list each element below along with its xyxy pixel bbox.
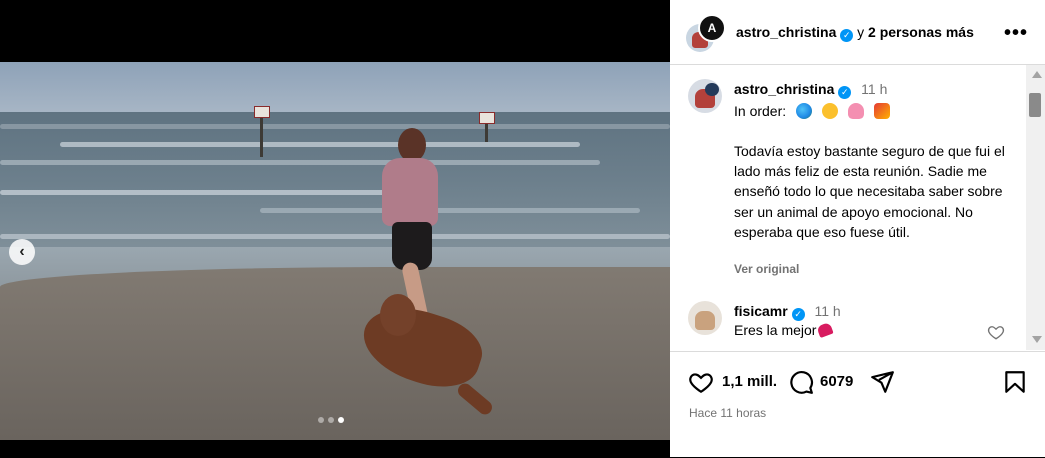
carousel-dot-active [338, 417, 344, 423]
comment-body: Eres la mejor [734, 322, 817, 338]
more-options-button[interactable]: ••• [1004, 22, 1028, 45]
rocket-emoji-icon [873, 103, 890, 119]
hugging-face-emoji-icon [821, 103, 838, 119]
carousel-dot [328, 417, 334, 423]
scroll-up-arrow-icon[interactable] [1032, 71, 1042, 78]
carousel-dot [318, 417, 324, 423]
author-username[interactable]: astro_christina [736, 24, 836, 40]
photo-person-head [398, 128, 426, 162]
share-icon[interactable] [869, 369, 895, 395]
verified-icon: ✓ [838, 86, 852, 99]
likes-count[interactable]: 1,1 mill. [722, 373, 777, 390]
globe-emoji-icon [796, 103, 813, 119]
caption-author: astro_christina ✓ 11 h [734, 81, 887, 99]
scroll-thumb[interactable] [1029, 93, 1041, 117]
post-photo[interactable] [0, 62, 670, 440]
logo-icon: A [707, 21, 717, 35]
more-icon: ••• [1004, 22, 1029, 44]
post-time[interactable]: Hace 11 horas [689, 406, 766, 420]
photo-sky [0, 62, 670, 117]
photo-person [382, 158, 438, 226]
comment-text: Eres la mejor [734, 321, 835, 339]
caption-author-avatar[interactable] [688, 79, 722, 113]
comments-scrollbar[interactable] [1026, 65, 1045, 350]
heart-arrow-emoji-icon [816, 321, 835, 339]
comment-author: fisicamr ✓ 11 h [734, 303, 841, 321]
post-header: A astro_christina ✓ y 2 personas más ••• [670, 0, 1045, 65]
like-heart-icon[interactable] [688, 369, 714, 395]
see-original-link[interactable]: Ver original [734, 262, 799, 276]
post-side-panel: A astro_christina ✓ y 2 personas más •••… [670, 0, 1045, 457]
comment-icon[interactable] [788, 369, 814, 395]
octopus-emoji-icon [847, 103, 864, 119]
chevron-left-icon: ‹ [19, 243, 25, 260]
collab-others-link[interactable]: 2 personas más [868, 24, 974, 40]
comment-like-icon[interactable] [987, 323, 1005, 341]
comments-count[interactable]: 6079 [820, 373, 853, 390]
caption-username[interactable]: astro_christina [734, 81, 834, 97]
carousel-prev-button[interactable]: ‹ [9, 239, 35, 265]
caption-intro: In order: [734, 103, 787, 119]
verified-icon: ✓ [791, 308, 805, 321]
comments-section: astro_christina ✓ 11 h In order: Todavía… [670, 65, 1045, 350]
caption-first-line: In order: [734, 101, 1009, 121]
caption-text: Todavía estoy bastante seguro de que fui… [734, 143, 1005, 240]
scroll-down-arrow-icon[interactable] [1032, 336, 1042, 343]
bookmark-icon[interactable] [1002, 369, 1028, 395]
post-header-authors: astro_christina ✓ y 2 personas más [736, 24, 974, 42]
carousel-indicator [318, 417, 344, 423]
post-actions: 1,1 mill. 6079 Hace 11 horas [670, 351, 1045, 458]
collab-connector: y [857, 24, 869, 40]
collab-avatar-secondary[interactable]: A [698, 14, 726, 42]
caption-time[interactable]: 11 h [861, 81, 887, 97]
photo-sand [0, 267, 670, 440]
commenter-username[interactable]: fisicamr [734, 303, 788, 319]
post-media: ‹ [0, 0, 670, 457]
verified-icon: ✓ [840, 29, 854, 42]
comment-time[interactable]: 11 h [814, 303, 840, 319]
commenter-avatar[interactable] [688, 301, 722, 335]
